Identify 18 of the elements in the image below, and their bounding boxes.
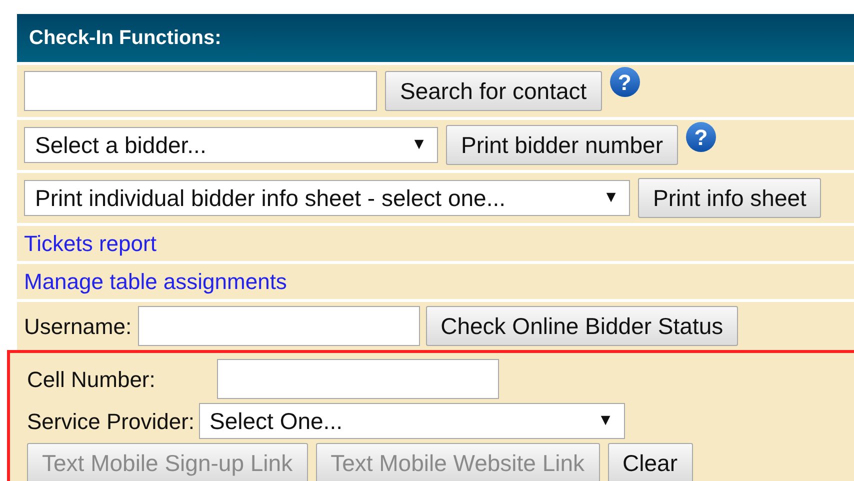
print-button[interactable]: Print bidder number xyxy=(446,125,678,165)
check-status-button[interactable]: Check Online Bidder Status xyxy=(426,306,738,346)
search-field[interactable] xyxy=(24,71,377,111)
mobile-action-button[interactable]: Clear xyxy=(608,443,693,481)
cell-number-label: Cell Number: xyxy=(27,366,156,394)
username-field[interactable] xyxy=(138,306,420,346)
help-icon[interactable]: ? xyxy=(610,67,640,97)
help-icon[interactable]: ? xyxy=(686,122,716,152)
dropdown[interactable]: Select One... ▼ xyxy=(198,403,625,439)
service-provider-label: Service Provider: xyxy=(27,408,195,436)
report-link[interactable]: Tickets report xyxy=(24,227,156,260)
username-label: Username: xyxy=(24,312,132,340)
cell-number-field[interactable] xyxy=(217,359,499,399)
dropdown[interactable]: Print individual bidder info sheet - select one... ▼ xyxy=(24,180,630,216)
dropdown[interactable]: Select a bidder... ▼ xyxy=(24,127,438,163)
panel-header: Check-In Functions: xyxy=(17,14,854,62)
search-button[interactable]: Search for contact xyxy=(385,71,602,111)
print-button[interactable]: Print info sheet xyxy=(638,178,822,218)
